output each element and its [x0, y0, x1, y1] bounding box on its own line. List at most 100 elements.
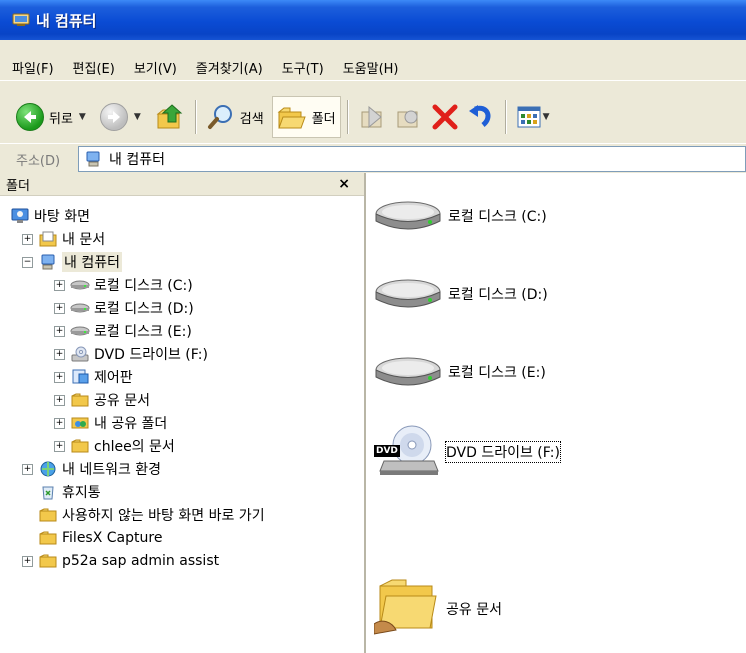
tree-item[interactable]: 휴지통 — [22, 481, 101, 503]
content-pane: 로컬 디스크 (C:) 로컬 디스크 (D:) 로컬 디스크 (E:) DVD DVD … — [366, 173, 746, 653]
up-folder-button[interactable] — [151, 97, 189, 137]
tree-item[interactable]: + 로컬 디스크 (E:) — [54, 320, 192, 342]
expand-icon[interactable]: + — [22, 463, 33, 475]
tree-item-label: 내 컴퓨터 — [62, 252, 122, 272]
tree-item[interactable]: + DVD 드라이브 (F:) — [54, 343, 208, 365]
expand-icon[interactable]: + — [54, 417, 65, 429]
title-bar[interactable]: 내 컴퓨터 — [0, 0, 746, 40]
address-label: 주소(D) — [16, 153, 61, 169]
views-button[interactable]: ▼ — [513, 97, 554, 137]
menu-favorites[interactable]: 즐겨찾기(A) — [187, 58, 273, 77]
menu-help[interactable]: 도움말(H) — [334, 58, 409, 77]
tree-item-label: 로컬 디스크 (D:) — [94, 301, 194, 317]
undo-button[interactable] — [463, 97, 499, 137]
expand-icon[interactable]: + — [22, 555, 33, 567]
move-to-button[interactable] — [355, 97, 391, 137]
folder-icon — [38, 506, 58, 524]
back-label: 뒤로 — [49, 111, 73, 127]
content-item-label: 로컬 디스크 (E:) — [448, 365, 546, 381]
folder-icon — [70, 391, 90, 409]
dvd-badge: DVD — [374, 445, 400, 457]
collapse-icon[interactable]: − — [22, 256, 33, 268]
tree-item-label: DVD 드라이브 (F:) — [94, 347, 208, 363]
expand-icon[interactable]: + — [22, 233, 33, 245]
tree-item-label: 내 문서 — [62, 232, 106, 248]
expand-icon[interactable]: + — [54, 348, 65, 360]
tree-item-label: 로컬 디스크 (C:) — [94, 278, 193, 294]
search-button[interactable]: 검색 — [203, 97, 268, 137]
expand-icon[interactable]: + — [54, 279, 65, 291]
folder-icon — [38, 552, 58, 570]
toolbar-separator — [194, 100, 197, 134]
address-bar: 주소(D) 내 컴퓨터 — [0, 143, 746, 174]
shared-folder-icon — [70, 414, 90, 432]
expand-icon[interactable]: + — [54, 302, 65, 314]
tree-item-label: 휴지통 — [62, 485, 101, 501]
expand-icon[interactable]: + — [54, 394, 65, 406]
move-to-icon — [361, 105, 382, 129]
tree-item-label: chlee의 문서 — [94, 439, 175, 455]
my-documents-icon — [38, 230, 58, 248]
folder-icon — [38, 529, 58, 547]
tree-item[interactable]: + chlee의 문서 — [54, 435, 175, 457]
menu-tools[interactable]: 도구(T) — [273, 58, 334, 77]
expand-icon[interactable]: + — [54, 325, 65, 337]
content-item[interactable]: 로컬 디스크 (D:) — [374, 275, 548, 313]
tree-item-label: 공유 문서 — [94, 393, 150, 409]
folders-pane-title: 폴더 — [6, 178, 30, 194]
forward-button[interactable]: ▼ — [96, 97, 145, 137]
tree-item-label: 로컬 디스크 (E:) — [94, 324, 192, 340]
my-computer-icon — [86, 151, 100, 167]
forward-dropdown-icon[interactable]: ▼ — [134, 112, 141, 122]
hard-disk-icon — [374, 353, 442, 391]
expand-icon[interactable]: + — [54, 440, 65, 452]
menu-bar: 파일(F) 편집(E) 보기(V) 즐겨찾기(A) 도구(T) 도움말(H) — [0, 54, 746, 81]
tree-item-label: 내 공유 폴더 — [94, 416, 168, 432]
tree-item[interactable]: + p52a sap admin assist — [22, 550, 219, 572]
folder-icon — [70, 437, 90, 455]
hard-disk-icon — [70, 322, 90, 340]
tree-item[interactable]: − 내 컴퓨터 — [22, 251, 122, 273]
menu-edit[interactable]: 편집(E) — [64, 58, 125, 77]
window-title: 내 컴퓨터 — [36, 11, 97, 30]
address-field[interactable]: 내 컴퓨터 — [78, 146, 746, 172]
hard-disk-icon — [70, 276, 90, 294]
tree-item[interactable]: + 로컬 디스크 (C:) — [54, 274, 193, 296]
menu-file[interactable]: 파일(F) — [3, 58, 64, 77]
tree-item[interactable]: FilesX Capture — [22, 527, 162, 549]
hard-disk-icon — [70, 299, 90, 317]
back-button[interactable]: 뒤로 ▼ — [12, 97, 90, 137]
close-icon[interactable]: × — [338, 176, 350, 192]
content-item[interactable]: 로컬 디스크 (E:) — [374, 353, 546, 391]
tree-item[interactable]: + 공유 문서 — [54, 389, 150, 411]
tree-item[interactable]: + 제어판 — [54, 366, 133, 388]
copy-to-icon — [397, 110, 418, 128]
hard-disk-icon — [374, 197, 442, 235]
hard-disk-icon — [374, 275, 442, 313]
folders-button[interactable]: 폴더 — [271, 96, 341, 138]
copy-to-button[interactable] — [391, 97, 427, 137]
tree-item[interactable]: 사용하지 않는 바탕 화면 바로 가기 — [22, 504, 265, 526]
toolbar-separator — [504, 100, 507, 134]
toolbar: 뒤로 ▼ ▼ 검색 폴더 ▼ — [0, 94, 746, 140]
tree-item[interactable]: 바탕 화면 — [10, 205, 90, 227]
tree-item-label: 내 네트워크 환경 — [62, 462, 162, 478]
tree-item[interactable]: + 내 네트워크 환경 — [22, 458, 161, 480]
dvd-drive-icon — [70, 345, 90, 363]
views-dropdown-icon[interactable]: ▼ — [543, 112, 550, 122]
tree-item[interactable]: + 로컬 디스크 (D:) — [54, 297, 194, 319]
tree-item[interactable]: + 내 문서 — [22, 228, 105, 250]
content-item[interactable]: 로컬 디스크 (C:) — [374, 197, 547, 235]
expand-icon[interactable]: + — [54, 371, 65, 383]
shared-folder-icon — [373, 578, 440, 640]
network-icon — [38, 460, 58, 478]
back-dropdown-icon[interactable]: ▼ — [79, 112, 86, 122]
menu-view[interactable]: 보기(V) — [125, 58, 187, 77]
content-item[interactable]: DVD DVD 드라이브 (F:) — [374, 423, 561, 481]
tree-item-label: 사용하지 않는 바탕 화면 바로 가기 — [62, 508, 265, 524]
content-item[interactable]: 공유 문서 — [373, 578, 502, 640]
tree-item[interactable]: + 내 공유 폴더 — [54, 412, 167, 434]
undo-icon — [468, 105, 491, 127]
delete-button[interactable] — [427, 97, 463, 137]
tree-item-label: FilesX Capture — [62, 530, 163, 546]
